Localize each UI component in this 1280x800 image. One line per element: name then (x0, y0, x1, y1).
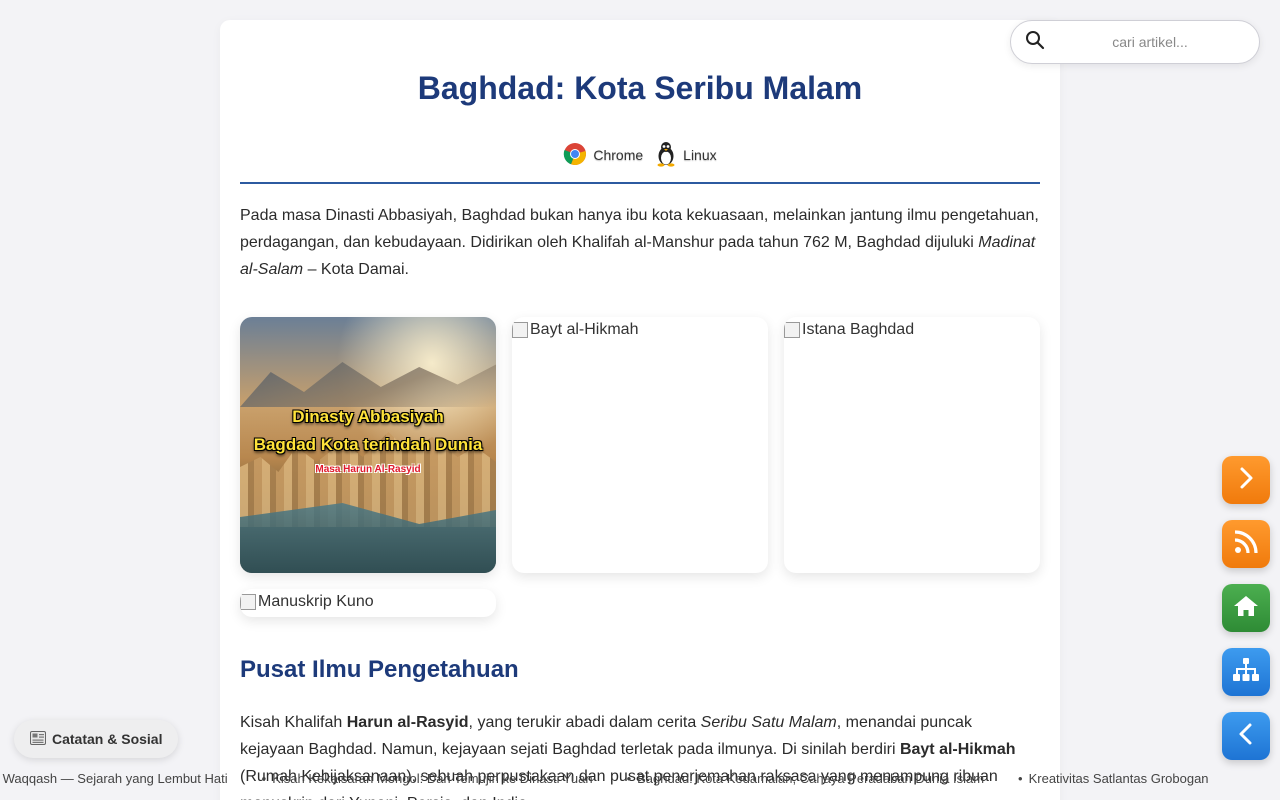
platform-label-chrome: Chrome (593, 147, 644, 163)
rss-icon (1233, 529, 1259, 560)
para-bold-bayt: Bayt al-Hikmah (899, 741, 1016, 758)
home-icon (1233, 594, 1259, 623)
gallery-image-bayt-al-hikmah[interactable]: Bayt al-Hikmah (512, 317, 768, 573)
image-alt-text: Istana Baghdad (802, 321, 915, 338)
image-caption-line3: Masa Harun Al-Rasyid (315, 464, 421, 475)
article-card: Baghdad: Kota Seribu Malam Chrome Linux … (220, 20, 1060, 800)
page-title: Baghdad: Kota Seribu Malam (417, 70, 863, 106)
image-alt-text: Bayt al-Hikmah (530, 321, 639, 338)
ticker-item[interactable]: Baghdad: Kota Kedamaian, Cahaya Peradaba… (627, 771, 984, 786)
sitemap-button[interactable] (1222, 648, 1270, 696)
image-caption-line2: Bagdad Kota terindah Dunia (253, 435, 483, 454)
chrome-icon (563, 142, 587, 169)
search-input[interactable] (1055, 34, 1245, 50)
platform-badges: Chrome Linux (240, 141, 1040, 170)
notes-social-button[interactable]: Catatan & Sosial (14, 720, 179, 758)
section-heading: Pusat Ilmu Pengetahuan (240, 656, 519, 683)
chevron-left-icon (1234, 722, 1258, 751)
gallery-image-manuskrip-kuno[interactable]: Manuskrip Kuno (240, 589, 496, 617)
broken-image-icon (240, 594, 256, 610)
intro-text-end: – Kota Damai. (303, 261, 409, 278)
image-caption-line1: Dinasty Abbasiyah (292, 407, 444, 426)
search-box[interactable] (1010, 20, 1260, 64)
platform-chrome: Chrome (563, 142, 643, 169)
image-alt-text: Manuskrip Kuno (258, 593, 374, 610)
gallery-image-abbasiyah[interactable]: Dinasty Abbasiyah Bagdad Kota terindah D… (240, 317, 496, 573)
chevron-right-icon (1234, 466, 1258, 495)
ticker-item[interactable]: Kreativitas Satlantas Grobogan (1018, 771, 1209, 786)
intro-text: Pada masa Dinasti Abbasiyah, Baghdad buk… (240, 207, 1039, 251)
rss-button[interactable] (1222, 520, 1270, 568)
intro-paragraph: Pada masa Dinasti Abbasiyah, Baghdad buk… (240, 202, 1040, 283)
gallery-image-istana-baghdad[interactable]: Istana Baghdad (784, 317, 1040, 573)
ticker-item[interactable]: Kisah Kekaisaran Mongol: Dari Temujin ke… (262, 771, 592, 786)
broken-image-icon (784, 322, 800, 338)
next-button[interactable] (1222, 456, 1270, 504)
home-button[interactable] (1222, 584, 1270, 632)
platform-label-linux: Linux (683, 147, 717, 163)
news-ticker: bin Abi Waqqash — Sejarah yang Lembut Ha… (0, 769, 1280, 791)
newspaper-icon (30, 730, 46, 748)
search-icon (1025, 30, 1045, 55)
ticker-item[interactable]: bin Abi Waqqash — Sejarah yang Lembut Ha… (0, 771, 228, 786)
broken-image-icon (512, 322, 528, 338)
para-text: , yang terukir abadi dalam cerita (468, 714, 701, 731)
para-text: Kisah Khalifah (240, 714, 347, 731)
para-bold-harun: Harun al-Rasyid (346, 714, 469, 731)
title-divider (240, 182, 1040, 184)
linux-tux-icon (655, 141, 677, 170)
back-button[interactable] (1222, 712, 1270, 760)
abbasiyah-illustration: Dinasty Abbasiyah Bagdad Kota terindah D… (240, 317, 496, 573)
para-italic-title: Seribu Satu Malam (700, 714, 837, 731)
notes-social-label: Catatan & Sosial (52, 731, 163, 747)
platform-linux: Linux (655, 141, 717, 170)
sitemap-icon (1232, 657, 1260, 688)
image-gallery: Dinasty Abbasiyah Bagdad Kota terindah D… (240, 317, 1040, 617)
